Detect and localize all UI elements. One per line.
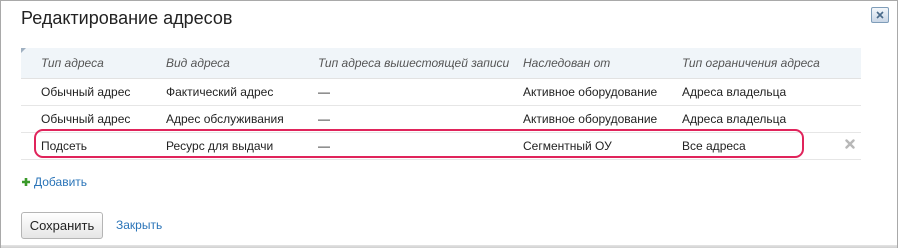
address-edit-dialog: Редактирование адресов Тип адреса Вид ад…: [0, 0, 898, 248]
header-inherited-from[interactable]: Наследован от: [523, 48, 610, 78]
cell-address-type: Обычный адрес: [41, 112, 131, 126]
save-button[interactable]: Сохранить: [21, 212, 103, 239]
header-address-type[interactable]: Тип адреса: [41, 48, 104, 78]
cell-inherited-from: Сегментный ОУ: [523, 139, 612, 153]
table-row[interactable]: Обычный адрес Фактический адрес — Активн…: [21, 79, 861, 106]
dialog-title: Редактирование адресов: [21, 8, 233, 28]
remove-row-button[interactable]: [844, 138, 856, 150]
table-row[interactable]: Подсеть Ресурс для выдачи — Сегментный О…: [21, 133, 861, 160]
cell-address-type: Обычный адрес: [41, 85, 131, 99]
header-restriction-type[interactable]: Тип ограничения адреса: [682, 48, 820, 78]
cell-restriction-type: Все адреса: [682, 139, 746, 153]
cell-address-type: Подсеть: [41, 139, 88, 153]
plus-icon: [22, 178, 30, 186]
add-address-link[interactable]: Добавить: [21, 175, 87, 189]
header-parent-address-type[interactable]: Тип адреса вышестоящей записи: [318, 48, 509, 78]
remove-icon: [845, 139, 855, 149]
add-label: Добавить: [34, 175, 88, 189]
table-header: Тип адреса Вид адреса Тип адреса вышесто…: [21, 48, 861, 79]
cell-address-kind: Фактический адрес: [166, 85, 274, 99]
cell-restriction-type: Адреса владельца: [682, 112, 787, 126]
addresses-table: Тип адреса Вид адреса Тип адреса вышесто…: [21, 48, 861, 160]
close-link[interactable]: Закрыть: [116, 218, 162, 232]
table-row[interactable]: Обычный адрес Адрес обслуживания — Актив…: [21, 106, 861, 133]
dialog-close-button[interactable]: [871, 7, 889, 23]
cell-address-kind: Адрес обслуживания: [166, 112, 284, 126]
cell-inherited-from: Активное оборудование: [523, 112, 658, 126]
close-icon: [876, 11, 884, 19]
cell-restriction-type: Адреса владельца: [682, 85, 787, 99]
cell-parent-address-type: —: [318, 112, 330, 126]
header-address-kind[interactable]: Вид адреса: [166, 48, 230, 78]
cell-inherited-from: Активное оборудование: [523, 85, 658, 99]
cell-parent-address-type: —: [318, 85, 330, 99]
cell-address-kind: Ресурс для выдачи: [166, 139, 274, 153]
cell-parent-address-type: —: [318, 139, 330, 153]
